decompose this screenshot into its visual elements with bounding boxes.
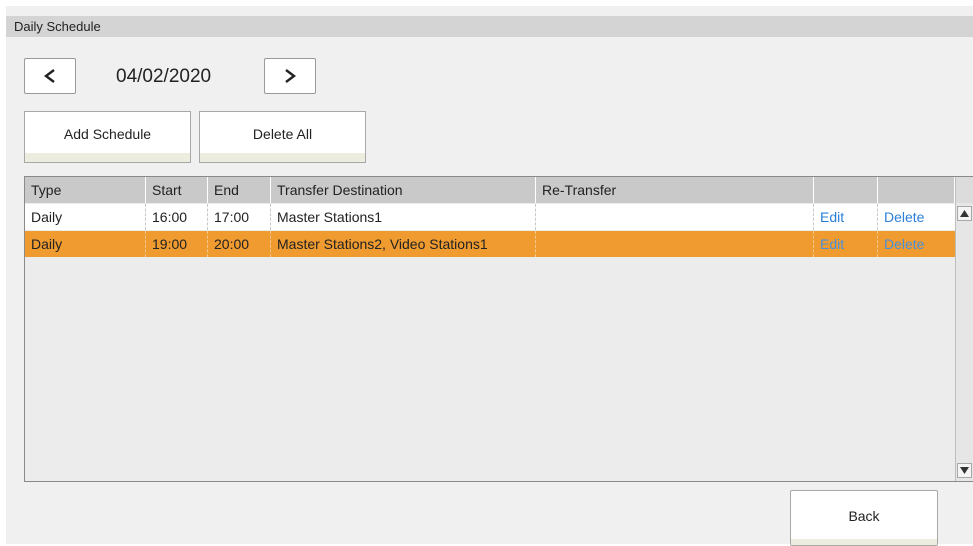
cell-type: Daily <box>25 204 146 230</box>
triangle-up-icon <box>960 210 969 217</box>
header-start: Start <box>146 177 208 203</box>
header-re-transfer: Re-Transfer <box>536 177 814 203</box>
header-type: Type <box>25 177 146 203</box>
back-button[interactable]: Back <box>790 490 938 546</box>
edit-link[interactable]: Edit <box>814 204 878 230</box>
add-schedule-label: Add Schedule <box>63 126 152 142</box>
cell-end: 17:00 <box>208 204 271 230</box>
scroll-up-button[interactable] <box>957 206 972 221</box>
cell-destination: Master Stations2, Video Stations1 <box>271 231 536 257</box>
vertical-scrollbar[interactable] <box>955 177 973 481</box>
edit-link[interactable]: Edit <box>814 231 878 257</box>
cell-end: 20:00 <box>208 231 271 257</box>
header-transfer-destination: Transfer Destination <box>271 177 536 203</box>
delete-all-label: Delete All <box>252 126 313 142</box>
scrollbar-header-cap <box>956 177 973 203</box>
triangle-down-icon <box>960 467 969 474</box>
next-date-button[interactable] <box>264 58 316 94</box>
prev-date-button[interactable] <box>24 58 76 94</box>
back-label: Back <box>848 508 880 524</box>
cell-type: Daily <box>25 231 146 257</box>
header-end: End <box>208 177 271 203</box>
schedule-table: Type Start End Transfer Destination Re-T… <box>24 176 973 482</box>
window-title: Daily Schedule <box>14 19 101 34</box>
chevron-left-icon <box>44 69 55 83</box>
chevron-right-icon <box>285 69 296 83</box>
header-delete-column <box>878 177 955 203</box>
cell-start: 19:00 <box>146 231 208 257</box>
current-date: 04/02/2020 <box>116 66 212 87</box>
table-row[interactable]: Daily 16:00 17:00 Master Stations1 Edit … <box>25 204 955 230</box>
cell-retransfer <box>536 204 814 230</box>
delete-link[interactable]: Delete <box>878 204 955 230</box>
header-edit-column <box>814 177 878 203</box>
cell-retransfer <box>536 231 814 257</box>
table-row-selected[interactable]: Daily 19:00 20:00 Master Stations2, Vide… <box>25 231 955 257</box>
scroll-down-button[interactable] <box>957 463 972 478</box>
title-bar: Daily Schedule <box>6 16 973 37</box>
delete-all-button[interactable]: Delete All <box>199 111 366 163</box>
cell-destination: Master Stations1 <box>271 204 536 230</box>
table-header: Type Start End Transfer Destination Re-T… <box>25 177 955 203</box>
add-schedule-button[interactable]: Add Schedule <box>24 111 191 163</box>
schedule-panel: Daily Schedule 04/02/2020 Add Schedule D… <box>6 6 973 546</box>
delete-link[interactable]: Delete <box>878 231 955 257</box>
cell-start: 16:00 <box>146 204 208 230</box>
